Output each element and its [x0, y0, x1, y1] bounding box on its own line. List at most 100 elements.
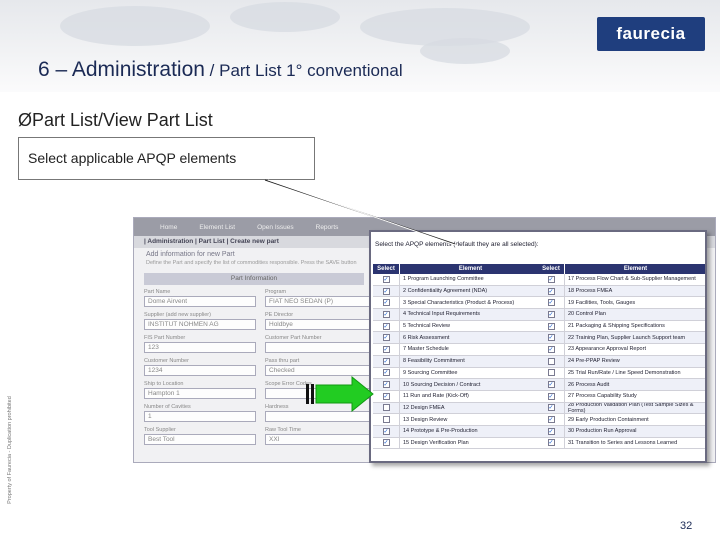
element-checkbox[interactable]: ✓ [547, 287, 555, 295]
element-label: 28 Production Validation Plan (Test Samp… [568, 402, 694, 414]
apqp-element-row: ✓ 26 Process Audit [538, 379, 705, 391]
element-checkbox[interactable]: ✓ [547, 439, 555, 447]
form-column-right: Program FIAT NEO SEDAN (P) PE Director H… [265, 289, 377, 450]
world-map-decoration [420, 38, 510, 64]
element-checkbox[interactable]: ✓ [382, 287, 390, 295]
apqp-element-row: ✓ 28 Production Validation Plan (Test Sam… [538, 402, 705, 415]
element-label: 26 Process Audit [568, 381, 610, 388]
customer-part-number-input[interactable] [265, 342, 377, 353]
program-select[interactable]: FIAT NEO SEDAN (P) [265, 296, 377, 307]
element-checkbox[interactable]: ✓ [547, 299, 555, 307]
element-checkbox[interactable]: ✓ [547, 310, 555, 318]
element-label: 20 Control Plan [568, 311, 606, 318]
apqp-element-row: ✓ 17 Process Flow Chart & Sub-Supplier Ma… [538, 274, 705, 286]
customer-number-input[interactable]: 1234 [144, 365, 256, 376]
element-checkbox[interactable]: ✓ [547, 322, 555, 330]
element-label: 1 Program Launching Committee [403, 276, 484, 283]
element-checkbox[interactable]: ✓ [547, 427, 555, 435]
form-column-left: Part Name Dome Airvent Supplier (add new… [144, 289, 256, 450]
apqp-element-row: ✓ 29 Early Production Containment [538, 414, 705, 426]
grid-rows: ✓ 1 Program Launching Committee ✓ 2 Confide… [373, 274, 541, 450]
element-checkbox[interactable]: ✓ [547, 392, 555, 400]
element-checkbox[interactable] [547, 357, 555, 365]
element-checkbox[interactable]: ✓ [547, 381, 555, 389]
app-nav-home[interactable]: Home [160, 224, 177, 231]
element-checkbox[interactable]: ✓ [382, 322, 390, 330]
page-number: 32 [680, 520, 693, 532]
element-label: 24 Pre-PPAP Review [568, 358, 620, 365]
app-nav-open-issues[interactable]: Open Issues [257, 224, 294, 231]
apqp-element-row: ✓ 2 Confidentiality Agreement (NDA) [373, 285, 541, 298]
pe-director-select[interactable]: Holdbye [265, 319, 377, 330]
ship-to-location-select[interactable]: Hampton 1 [144, 388, 256, 399]
supplier-select[interactable]: INSTITUT NOHMEN AG [144, 319, 256, 330]
app-nav-element-list[interactable]: Element List [199, 224, 235, 231]
element-checkbox[interactable] [382, 404, 390, 412]
part-name-input[interactable]: Dome Airvent [144, 296, 256, 307]
element-checkbox[interactable]: ✓ [382, 381, 390, 389]
element-checkbox[interactable]: ✓ [547, 345, 555, 353]
apqp-element-row: ✓ 9 Sourcing Committee [373, 367, 541, 380]
apqp-element-row: ✓ 14 Prototype & Pre-Production [373, 425, 541, 438]
col-select-header: Select [538, 264, 565, 274]
select-cell: ✓ [538, 390, 565, 402]
apqp-element-row: ✓ 23 Appearance Approval Report [538, 344, 705, 356]
element-checkbox[interactable]: ✓ [382, 427, 390, 435]
select-cell [538, 355, 565, 367]
select-cell: ✓ [373, 297, 400, 309]
element-checkbox[interactable]: ✓ [382, 299, 390, 307]
select-cell: ✓ [538, 437, 565, 449]
element-checkbox[interactable]: ✓ [382, 369, 390, 377]
select-cell: ✓ [373, 437, 400, 449]
element-checkbox[interactable]: ✓ [382, 334, 390, 342]
field-label: Program [265, 289, 287, 295]
element-checkbox[interactable]: ✓ [382, 392, 390, 400]
select-cell: ✓ [373, 344, 400, 355]
select-cell: ✓ [373, 379, 400, 390]
element-label: 29 Early Production Containment [568, 416, 649, 423]
field-label: Number of Cavities [144, 404, 191, 410]
select-cell: ✓ [538, 414, 565, 425]
select-cell: ✓ [373, 285, 400, 297]
apqp-element-row: ✓ 11 Run and Rate (Kick-Off) [373, 390, 541, 403]
select-cell [373, 414, 400, 425]
element-label: 11 Run and Rate (Kick-Off) [403, 393, 469, 400]
tool-supplier-input[interactable]: Best Tool [144, 434, 256, 445]
field-label: Tool Supplier [144, 427, 176, 433]
element-checkbox[interactable]: ✓ [547, 334, 555, 342]
element-label: 15 Design Verification Plan [403, 439, 469, 446]
element-checkbox[interactable]: ✓ [382, 345, 390, 353]
slide-title-main: 6 – Administration [38, 58, 205, 81]
field-label: Supplier (add new supplier) [144, 312, 211, 318]
element-label: 18 Process FMEA [568, 288, 613, 295]
element-label: 8 Feasibility Commitment [403, 358, 465, 365]
hardness-input[interactable] [265, 411, 377, 422]
cavities-select[interactable]: 1 [144, 411, 256, 422]
apqp-element-row: ✓ 6 Risk Assessment [373, 332, 541, 345]
fis-part-number-input[interactable]: 123 [144, 342, 256, 353]
element-checkbox[interactable]: ✓ [547, 416, 555, 424]
element-checkbox[interactable] [547, 369, 555, 377]
element-label: 6 Risk Assessment [403, 334, 450, 341]
element-checkbox[interactable]: ✓ [547, 404, 555, 412]
apqp-element-row: ✓ 27 Process Capability Study [538, 390, 705, 403]
element-checkbox[interactable]: ✓ [382, 310, 390, 318]
element-checkbox[interactable]: ✓ [382, 357, 390, 365]
element-checkbox[interactable]: ✓ [547, 275, 555, 283]
field-label: Customer Number [144, 358, 189, 364]
element-label: 2 Confidentiality Agreement (NDA) [403, 288, 488, 295]
raw-tool-time-select[interactable]: XXI [265, 434, 377, 445]
element-checkbox[interactable] [382, 416, 390, 424]
select-cell: ✓ [373, 355, 400, 367]
select-cell: ✓ [538, 297, 565, 309]
element-checkbox[interactable]: ✓ [382, 439, 390, 447]
select-cell: ✓ [538, 309, 565, 320]
select-cell: ✓ [373, 309, 400, 320]
apqp-element-row: ✓ 31 Transition to Series and Lessons Lea… [538, 437, 705, 450]
grid-rows: ✓ 17 Process Flow Chart & Sub-Supplier Ma… [538, 274, 705, 450]
slide-title: 6 – Administration / Part List 1° conven… [38, 58, 403, 82]
app-nav-reports[interactable]: Reports [316, 224, 339, 231]
element-checkbox[interactable]: ✓ [382, 275, 390, 283]
pass-thru-checkbox[interactable]: Checked [265, 365, 377, 376]
apqp-element-row: ✓ 5 Technical Review [373, 320, 541, 333]
